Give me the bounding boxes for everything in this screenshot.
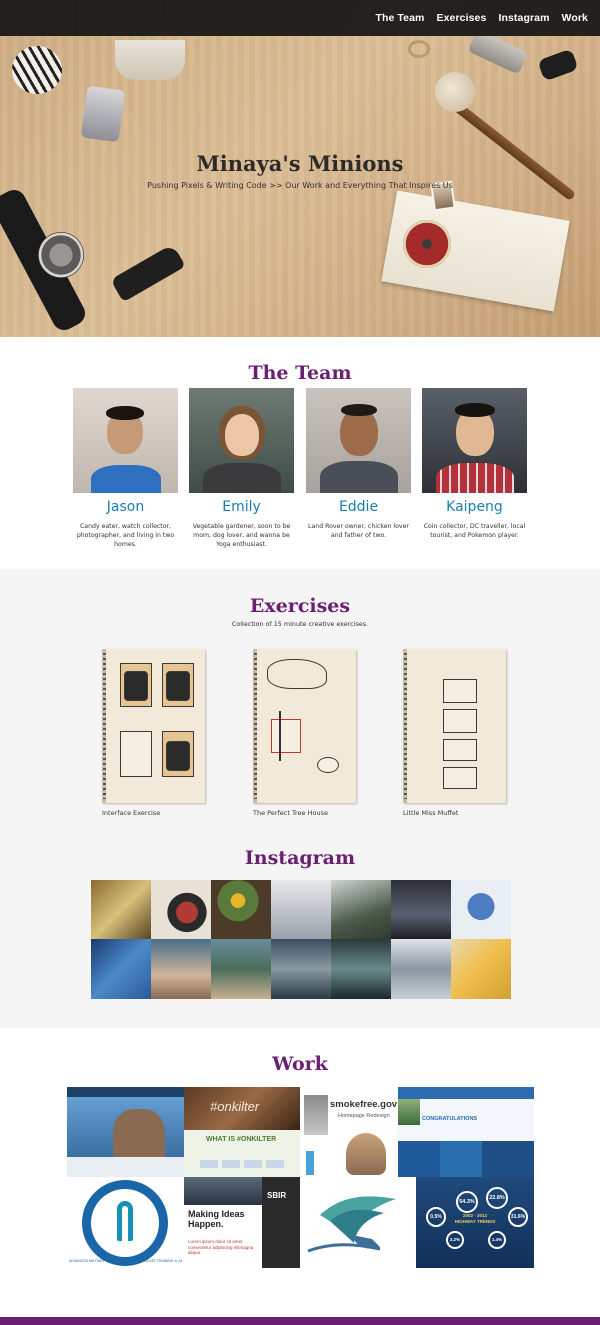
member-bio: Coin collector, DC traveller, local tour… (423, 523, 526, 539)
team-title: The Team (248, 362, 352, 384)
work-tile-smokefree[interactable]: smokefree.gov Homepage Redesign (328, 1087, 398, 1177)
instagram-photo[interactable] (211, 939, 271, 999)
making-ideas-text: Making Ideas Happen. (188, 1209, 245, 1229)
exercise-notebook-treehouse[interactable] (253, 649, 356, 803)
hero-title: Minaya's Minions (196, 151, 404, 176)
stat-3: 0.5% (426, 1207, 446, 1227)
work-tile-heron-logo[interactable] (300, 1177, 416, 1268)
nav-link-work[interactable]: Work (562, 12, 588, 24)
exercise-label-treehouse[interactable]: The Perfect Tree House (253, 809, 328, 817)
instagram-photo[interactable] (391, 880, 451, 939)
work-tile-making-ideas[interactable]: Making Ideas Happen. Lorem ipsum dolor s… (184, 1177, 262, 1268)
exercise-label-interface[interactable]: Interface Exercise (102, 809, 160, 817)
instagram-grid (91, 880, 511, 999)
work-tile-amsaat-seal[interactable]: ADVANCED MILITARY SEXUAL ASSAULT ADVOCAT… (67, 1177, 184, 1268)
coin-decoration (403, 220, 451, 268)
member-name[interactable]: Eddie (306, 499, 411, 515)
work-section: Work #onkilter WHAT IS #ONKILTER smokefr… (0, 1028, 600, 1319)
onkilter-heading: WHAT IS #ONKILTER (206, 1136, 277, 1143)
instagram-photo[interactable] (451, 939, 511, 999)
keys-decoration (467, 29, 529, 75)
instagram-photo[interactable] (271, 880, 331, 939)
sbir-text: SBIR (267, 1191, 287, 1200)
nav-link-exercises[interactable]: Exercises (436, 12, 486, 24)
hero-subtitle: Pushing Pixels & Writing Code >> Our Wor… (147, 181, 453, 190)
instagram-photo[interactable] (391, 939, 451, 999)
instagram-photo[interactable] (91, 880, 151, 939)
member-photo[interactable] (73, 388, 178, 493)
work-tile-onkilter-page[interactable]: WHAT IS #ONKILTER (184, 1130, 300, 1177)
mug-decoration (115, 40, 185, 80)
car-key-fob-decoration (537, 48, 579, 82)
stat-4: 31.6% (508, 1207, 528, 1227)
exercise-notebook-interface[interactable] (102, 649, 205, 803)
watch-face-decoration (38, 232, 84, 278)
trends-text: 2002 - 2012 HIGHWAY TRENDS (454, 1213, 496, 1224)
zebra-cup-decoration (12, 46, 62, 94)
seal-text: ADVANCED MILITARY SEXUAL ASSAULT ADVOCAT… (69, 1259, 182, 1263)
nav-link-instagram[interactable]: Instagram (498, 12, 549, 24)
instagram-photo[interactable] (211, 880, 271, 939)
exercises-title: Exercises (249, 595, 351, 617)
member-name[interactable]: Kaipeng (422, 499, 527, 515)
team-member-emily: Emily Vegetable gardener, soon to be mom… (189, 388, 294, 549)
member-photo[interactable] (189, 388, 294, 493)
smokefree-logo: smokefree.gov (330, 1099, 398, 1110)
team-member-jason: Jason Candy eater, watch collector, phot… (73, 388, 178, 549)
instagram-photo[interactable] (331, 880, 391, 939)
stat-1: 54.3% (456, 1191, 478, 1213)
exercises-instagram-area: Exercises Collection of 15 minute creati… (0, 569, 600, 1028)
lorem-text: Lorem ipsum dolor sit amet consectetur a… (188, 1239, 254, 1255)
ring-decoration (408, 40, 430, 58)
instagram-photo[interactable] (151, 880, 211, 939)
top-navbar: The Team Exercises Instagram Work (0, 0, 600, 36)
member-bio: Vegetable gardener, soon to be mom, dog … (192, 523, 291, 548)
nav-links: The Team Exercises Instagram Work (375, 0, 588, 36)
work-tile-highway-trends[interactable]: 54.3% 22.8% 0.5% 31.6% 3.2% 1.4% 2002 - … (416, 1177, 534, 1268)
instagram-title: Instagram (244, 847, 356, 869)
work-tile-onkilter-banner[interactable]: #onkilter (184, 1087, 300, 1130)
congrats-text: CONGRATULATIONS (422, 1116, 478, 1122)
stat-6: 1.4% (488, 1231, 506, 1249)
onkilter-tag: #onkilter (210, 1099, 260, 1114)
work-tile-sbir[interactable]: SBIR (262, 1177, 300, 1268)
stat-2: 22.8% (486, 1187, 508, 1209)
exercise-label-muffet[interactable]: Little Miss Muffet (403, 809, 458, 817)
work-tile-congratulations[interactable]: CONGRATULATIONS (398, 1087, 534, 1177)
member-photo[interactable] (422, 388, 527, 493)
member-name[interactable]: Emily (189, 499, 294, 515)
instagram-photo[interactable] (151, 939, 211, 999)
instagram-photo[interactable] (331, 939, 391, 999)
instagram-photo[interactable] (91, 939, 151, 999)
instagram-photo[interactable] (451, 880, 511, 939)
hero-banner: The Team Exercises Instagram Work Minaya… (0, 0, 600, 337)
member-bio: Candy eater, watch collector, photograph… (76, 523, 175, 548)
nav-link-team[interactable]: The Team (375, 12, 424, 24)
member-photo[interactable] (306, 388, 411, 493)
exercises-description: Collection of 15 minute creative exercis… (231, 620, 369, 628)
stat-5: 3.2% (446, 1231, 464, 1249)
member-name[interactable]: Jason (73, 499, 178, 515)
toy-car-decoration (110, 243, 186, 303)
team-member-kaipeng: Kaipeng Coin collector, DC traveller, lo… (422, 388, 527, 540)
team-section: The Team Jason Candy eater, watch collec… (0, 337, 600, 569)
footer-bar (0, 1317, 600, 1325)
team-member-eddie: Eddie Land Rover owner, chicken lover an… (306, 388, 411, 540)
member-bio: Land Rover owner, chicken lover and fath… (308, 523, 409, 539)
work-tile-couch-website[interactable] (67, 1087, 184, 1177)
work-title: Work (272, 1053, 328, 1075)
exercise-notebook-muffet[interactable] (403, 649, 506, 803)
robot-toy-decoration (80, 85, 126, 143)
instagram-photo[interactable] (271, 939, 331, 999)
doll-head-decoration (435, 72, 475, 112)
smokefree-sub: Homepage Redesign (338, 1113, 390, 1119)
